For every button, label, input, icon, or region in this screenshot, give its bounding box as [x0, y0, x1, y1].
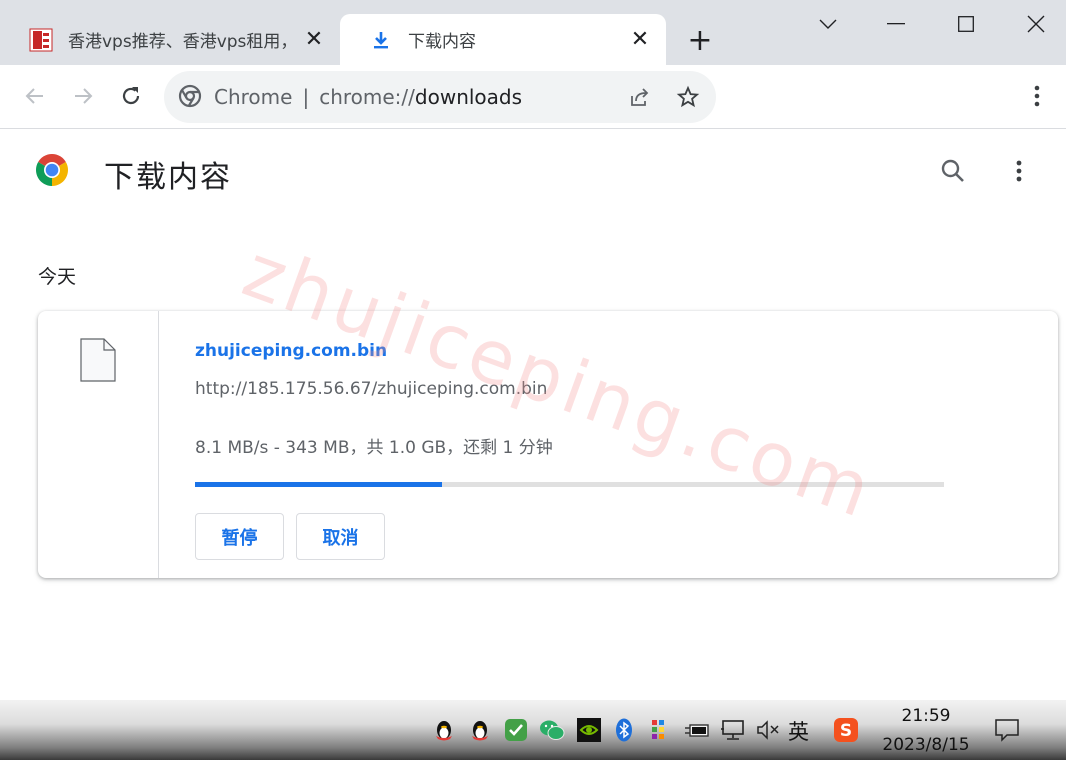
- omnibox-chip: Chrome: [214, 85, 293, 109]
- browser-menu-icon[interactable]: [1020, 79, 1054, 113]
- download-icon: [368, 27, 394, 53]
- download-item: zhujiceping.com.bin http://185.175.56.67…: [38, 311, 1058, 578]
- pause-button[interactable]: 暂停: [195, 513, 284, 560]
- forward-icon[interactable]: [66, 79, 100, 113]
- bookmark-star-icon[interactable]: [674, 83, 702, 111]
- file-icon: [80, 338, 116, 382]
- color-grid-icon[interactable]: [647, 717, 673, 743]
- tab-close-icon[interactable]: ✕: [628, 27, 652, 52]
- share-icon[interactable]: [626, 83, 654, 111]
- new-tab-button[interactable]: +: [684, 23, 716, 58]
- page-title: 下载内容: [104, 160, 232, 195]
- url-scheme: chrome://: [319, 85, 415, 109]
- ime-language-indicator[interactable]: 英: [788, 716, 809, 746]
- power-plug-icon[interactable]: [684, 717, 710, 743]
- browser-toolbar: Chrome | chrome://downloads: [0, 65, 1066, 129]
- sogou-input-icon[interactable]: S: [833, 717, 859, 743]
- network-icon[interactable]: [720, 717, 746, 743]
- back-icon[interactable]: [18, 79, 52, 113]
- omnibox-separator: |: [302, 85, 310, 109]
- svg-text:S: S: [840, 721, 852, 741]
- tab-close-icon[interactable]: ✕: [302, 27, 326, 52]
- bluetooth-icon[interactable]: [611, 717, 637, 743]
- maximize-icon[interactable]: [936, 6, 996, 42]
- tab-search-chevron-icon[interactable]: [798, 6, 858, 42]
- url-host: downloads: [414, 85, 523, 109]
- date-heading: 今天: [38, 266, 77, 288]
- chrome-logo-icon: [178, 84, 204, 110]
- download-progress-bar: [195, 482, 944, 487]
- window-close-icon[interactable]: [1006, 6, 1066, 42]
- volume-muted-icon[interactable]: [755, 717, 781, 743]
- wechat-icon[interactable]: [539, 717, 565, 743]
- file-name-link[interactable]: zhujiceping.com.bin: [195, 341, 387, 361]
- address-bar[interactable]: Chrome | chrome://downloads: [164, 71, 716, 123]
- tab-downloads[interactable]: 下载内容 ✕: [340, 14, 666, 65]
- more-actions-icon[interactable]: [1004, 156, 1034, 186]
- site-favicon-icon: [28, 27, 54, 53]
- file-icon-column: [38, 311, 159, 578]
- nvidia-icon[interactable]: [576, 717, 602, 743]
- tab-hk-vps[interactable]: 香港vps推荐、香港vps租用， ✕: [0, 14, 340, 65]
- security-check-icon[interactable]: [503, 717, 529, 743]
- tab-title: 香港vps推荐、香港vps租用，: [68, 32, 298, 52]
- search-icon[interactable]: [938, 156, 968, 186]
- tab-title: 下载内容: [408, 32, 476, 52]
- reload-icon[interactable]: [114, 79, 148, 113]
- chrome-color-logo-icon: [34, 152, 70, 188]
- qq-penguin-icon[interactable]: [467, 717, 493, 743]
- minimize-icon[interactable]: [866, 6, 926, 42]
- downloads-header: 下载内容: [0, 130, 1066, 216]
- notification-icon[interactable]: [994, 717, 1020, 743]
- tab-strip: 香港vps推荐、香港vps租用， ✕ 下载内容 ✕ +: [0, 0, 1066, 65]
- download-progress-fill: [195, 482, 443, 487]
- clock-date[interactable]: 2023/8/15: [874, 735, 978, 755]
- qq-penguin-icon[interactable]: [431, 717, 457, 743]
- file-url[interactable]: http://185.175.56.67/zhujiceping.com.bin: [195, 379, 547, 399]
- clock-time[interactable]: 21:59: [898, 706, 954, 726]
- download-status: 8.1 MB/s - 343 MB，共 1.0 GB，还剩 1 分钟: [195, 438, 553, 458]
- cancel-button[interactable]: 取消: [296, 513, 385, 560]
